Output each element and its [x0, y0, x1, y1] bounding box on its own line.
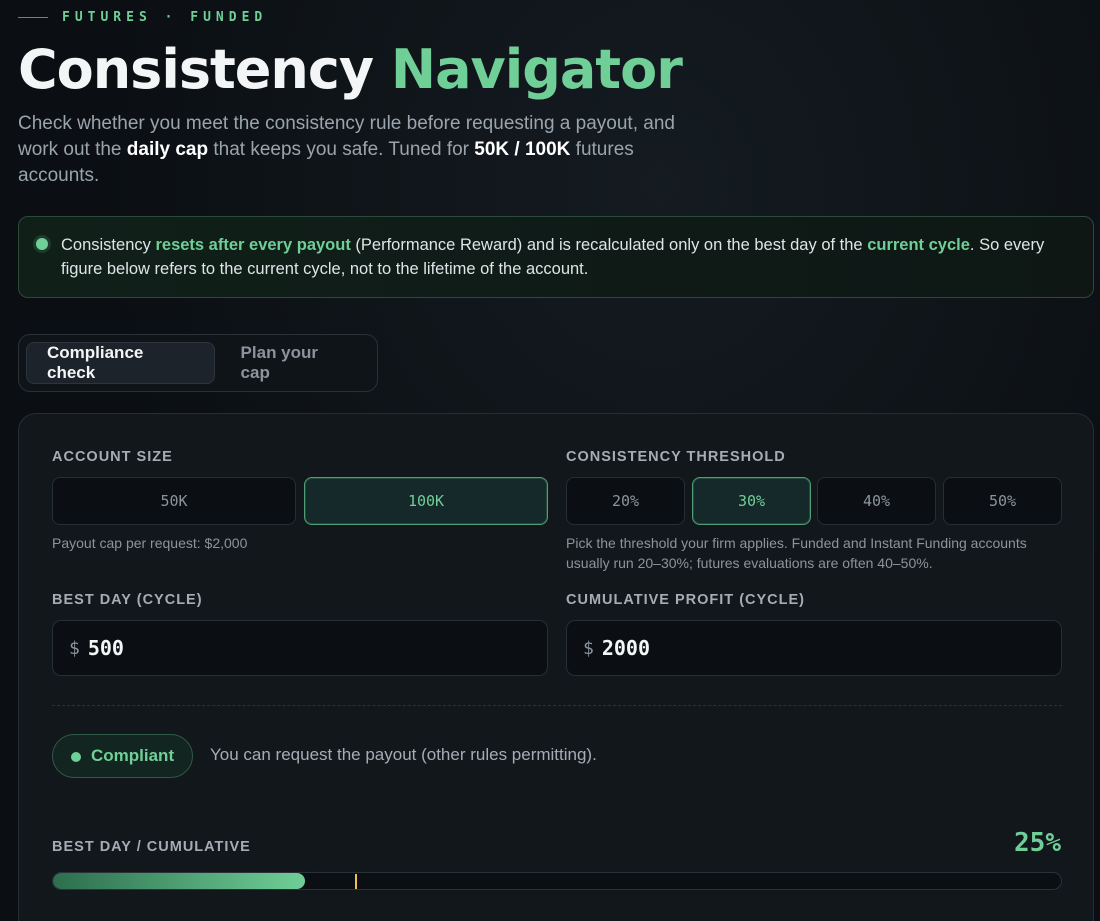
threshold-option-20[interactable]: 20%: [566, 477, 685, 525]
threshold-option-30[interactable]: 30%: [692, 477, 811, 525]
mode-tabs: Compliance check Plan your cap: [18, 334, 378, 392]
threshold-help: Pick the threshold your firm applies. Fu…: [566, 535, 1027, 571]
best-day-input[interactable]: [87, 636, 488, 660]
account-option-100k[interactable]: 100K: [304, 477, 548, 525]
compliance-panel: ACCOUNT SIZE 50K 100K Payout cap per req…: [18, 413, 1094, 921]
notice-text: (Performance Reward) and is recalculated…: [350, 236, 868, 254]
best-day-label: BEST DAY (CYCLE): [52, 592, 203, 608]
notice-highlight: current cycle: [867, 236, 970, 254]
best-day-field: $: [52, 620, 548, 676]
status-message: You can request the payout (other rules …: [210, 745, 597, 764]
notice-text: Consistency: [61, 236, 156, 254]
page-title: Consistency Navigator: [18, 38, 683, 101]
intro-bold-daily-cap: daily cap: [126, 139, 209, 160]
ratio-progress-fill: [53, 873, 305, 889]
cumulative-field: $: [566, 620, 1062, 676]
threshold-option-50[interactable]: 50%: [943, 477, 1062, 525]
intro-text: Check whether you meet the consistency r…: [18, 111, 698, 189]
eyebrow: FUTURES · FUNDED: [18, 10, 267, 25]
status-badge-label: Compliant: [91, 746, 175, 765]
currency-symbol: $: [583, 637, 594, 659]
tab-plan-your-cap[interactable]: Plan your cap: [221, 342, 370, 384]
account-help: Payout cap per request: $2,000: [52, 535, 248, 551]
title-main: Consistency: [18, 38, 374, 101]
tab-compliance-check[interactable]: Compliance check: [26, 342, 215, 384]
ratio-progress-bar: [52, 872, 1062, 890]
eyebrow-text: FUTURES · FUNDED: [62, 10, 268, 25]
cumulative-label: CUMULATIVE PROFIT (CYCLE): [566, 592, 805, 608]
status-badge: Compliant: [52, 734, 194, 778]
threshold-option-40[interactable]: 40%: [817, 477, 936, 525]
ratio-percentage: 25%: [1014, 828, 1061, 858]
intro-part: that keeps you safe. Tuned for: [208, 139, 475, 160]
section-divider: [52, 705, 1062, 706]
account-option-50k[interactable]: 50K: [52, 477, 296, 525]
title-accent: Navigator: [390, 38, 683, 101]
status-dot-icon: [71, 752, 81, 762]
threshold-label: CONSISTENCY THRESHOLD: [566, 449, 786, 465]
threshold-marker: [355, 874, 358, 889]
notice-highlight: resets after every payout: [155, 236, 351, 254]
account-size-label: ACCOUNT SIZE: [52, 449, 173, 465]
eyebrow-line: [18, 17, 48, 18]
cumulative-input[interactable]: [601, 636, 1002, 660]
consistency-notice: Consistency resets after every payout (P…: [18, 216, 1094, 298]
notice-dot-icon: [36, 238, 48, 250]
currency-symbol: $: [69, 637, 80, 659]
ratio-label: BEST DAY / CUMULATIVE: [52, 839, 251, 855]
intro-bold-account-sizes: 50K / 100K: [474, 139, 571, 160]
